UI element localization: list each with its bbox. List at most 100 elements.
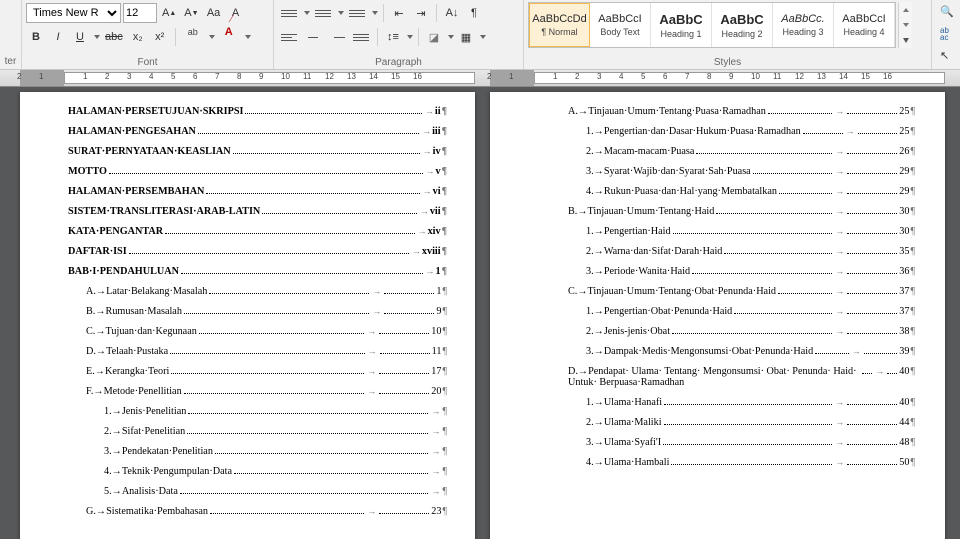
font-color-button[interactable]: A [217,27,241,47]
horizontal-ruler[interactable]: 2112345678910111213141516211234567891011… [0,70,960,87]
toc-entry: 3.→Periode·Wanita·Haid→36¶ [586,266,915,277]
toc-page-number: 44 [899,417,909,428]
sort-button[interactable]: A↓ [442,3,462,23]
ruler-number: 15 [861,72,870,81]
bullets-dropdown-icon[interactable] [304,11,310,15]
toc-title: D.→Pendapat· Ulama· Tentang· Mengonsumsi… [568,366,860,388]
style-item-heading-1[interactable]: AaBbCHeading 1 [651,3,712,47]
pilcrow-icon: ¶ [442,246,447,257]
select-button[interactable]: ↖ [936,46,956,66]
underline-dropdown-icon[interactable] [94,35,100,39]
text-highlight-button[interactable]: ab [181,27,205,47]
style-item-body-text[interactable]: AaBbCcIBody Text [590,3,651,47]
numbering-dropdown-icon[interactable] [338,11,344,15]
tab-mark-icon: → [846,126,855,136]
multilevel-button[interactable] [346,3,368,23]
line-spacing-dropdown-icon[interactable] [407,35,413,39]
page-2: A.→Tinjauan·Umum·Tentang·Puasa·Ramadhan→… [490,92,945,539]
shrink-font-button[interactable]: A▼ [181,3,201,23]
toc-entry: HALAMAN·PERSEMBAHAN→vi¶ [68,186,447,197]
line-spacing-button[interactable]: ↕≡ [383,27,403,47]
document-area[interactable]: HALAMAN·PERSETUJUAN·SKRIPSI→ii¶HALAMAN·P… [0,87,960,539]
font-color-dropdown-icon[interactable] [245,35,251,39]
toc-page-number: 25 [899,106,909,117]
ruler-number: 11 [303,72,311,81]
tab-mark-icon: → [426,266,435,276]
toc-leader-dots [380,353,430,354]
pilcrow-icon: ¶ [442,306,447,317]
toc-page-number: 25 [899,126,909,137]
shading-button[interactable]: ◪ [424,27,444,47]
grow-font-button[interactable]: A▲ [159,3,179,23]
toc-leader-dots [180,493,429,494]
pilcrow-icon: ¶ [910,326,915,337]
replace-icon: abac [940,27,952,41]
toc-entry: BAB·I·PENDAHULUAN→1¶ [68,266,447,277]
clear-formatting-button[interactable]: A⁄ [226,3,246,23]
toc-leader-dots [233,153,420,154]
subscript-button[interactable]: x₂ [128,27,148,47]
borders-dropdown-icon[interactable] [480,35,486,39]
ruler-number: 8 [707,72,711,81]
shading-dropdown-icon[interactable] [448,35,454,39]
toc-title: 1.→Pengertian·dan·Dasar·Hukum·Puasa·Rama… [586,126,801,137]
paragraph-group-label: Paragraph [278,55,519,68]
toc-leader-dots [815,353,849,354]
underline-button[interactable]: U [70,27,90,47]
toc-leader-dots [663,444,832,445]
toc-leader-dots [847,153,897,154]
numbering-button[interactable] [312,3,334,23]
style-label: Body Text [600,27,639,37]
style-item-heading-4[interactable]: AaBbCcIHeading 4 [834,3,895,47]
find-button[interactable]: 🔍 [936,2,956,22]
pilcrow-icon: ¶ [442,146,447,157]
borders-button[interactable]: ▦ [456,27,476,47]
increase-indent-button[interactable]: ⇥ [411,3,431,23]
align-center-button[interactable] [302,27,324,47]
decrease-indent-button[interactable]: ⇤ [389,3,409,23]
strikethrough-button[interactable]: abc [102,27,126,47]
multilevel-dropdown-icon[interactable] [372,11,378,15]
justify-button[interactable] [350,27,372,47]
toc-leader-dots [847,404,897,405]
toc-entry: 3.→Ulama·Syafi'I→48¶ [586,437,915,448]
superscript-button[interactable]: x² [150,27,170,47]
toc-leader-dots [664,424,833,425]
bold-button[interactable]: B [26,27,46,47]
style-preview: AaBbC [659,12,702,27]
ruler-number: 4 [149,72,153,81]
style-item--normal[interactable]: AaBbCcDd¶ Normal [529,3,590,47]
font-family-select[interactable]: Times New R [26,3,121,23]
toc-title: SURAT·PERNYATAAN·KEASLIAN [68,146,231,157]
toc-leader-dots [847,444,897,445]
pilcrow-icon: ¶ [910,126,915,137]
toc-title: 4.→Ulama·Hambali [586,457,669,468]
tab-mark-icon: → [412,246,421,256]
pilcrow-icon: ¶ [910,437,915,448]
ruler-number: 6 [663,72,667,81]
styles-gallery[interactable]: AaBbCcDd¶ NormalAaBbCcIBody TextAaBbCHea… [528,2,896,48]
italic-button[interactable]: I [48,27,68,47]
align-left-button[interactable] [278,27,300,47]
ruler-number: 11 [773,72,781,81]
pilcrow-icon: ¶ [442,166,447,177]
styles-gallery-more[interactable] [898,2,912,48]
bullets-button[interactable] [278,3,300,23]
pilcrow-icon: ¶ [910,146,915,157]
toc-title: 3.→Syarat·Wajib·dan·Syarat·Sah·Puasa [586,166,751,177]
highlight-dropdown-icon[interactable] [209,35,215,39]
tab-mark-icon: → [426,166,435,176]
replace-button[interactable]: abac [936,24,956,44]
pilcrow-icon: ¶ [910,346,915,357]
align-right-button[interactable] [326,27,348,47]
style-item-heading-3[interactable]: AaBbCc.Heading 3 [773,3,834,47]
change-case-button[interactable]: Aa [204,3,224,23]
toc-entry: D.→Pendapat· Ulama· Tentang· Mengonsumsi… [568,366,915,388]
style-item-heading-2[interactable]: AaBbCHeading 2 [712,3,773,47]
toc-leader-dots [199,333,364,334]
tab-mark-icon: → [835,417,844,427]
tab-mark-icon: → [420,206,429,216]
toc-entry: HALAMAN·PENGESAHAN→iii¶ [68,126,447,137]
font-size-input[interactable] [123,3,157,23]
show-marks-button[interactable]: ¶ [464,3,484,23]
